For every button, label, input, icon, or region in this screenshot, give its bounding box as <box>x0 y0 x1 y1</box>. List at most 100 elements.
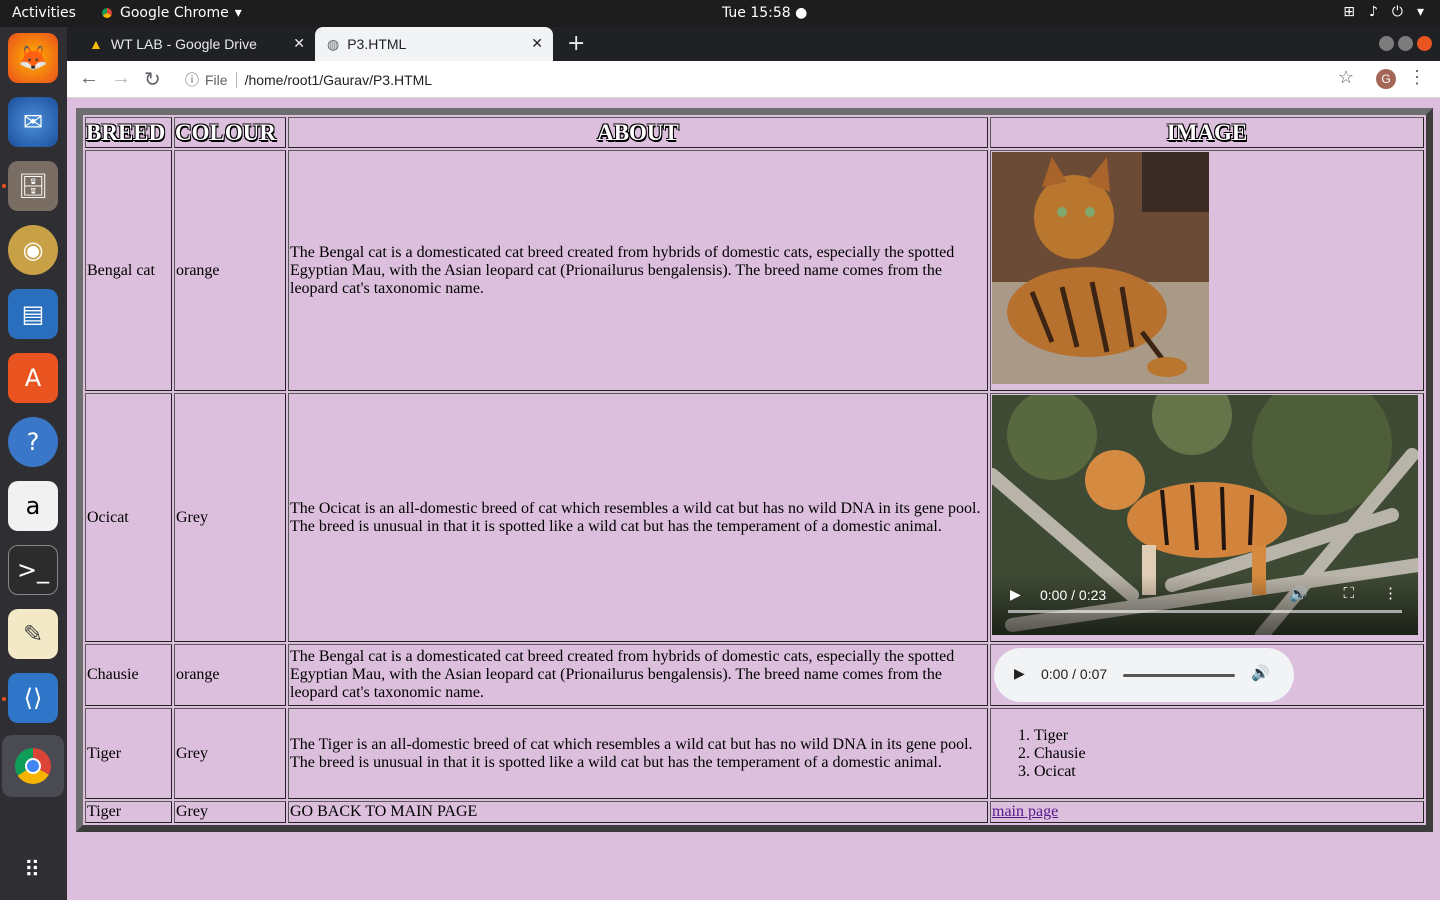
video-progress-bar[interactable] <box>1008 610 1402 614</box>
new-tab-button[interactable]: + <box>567 31 585 56</box>
play-icon[interactable]: ▶ <box>1010 586 1021 603</box>
more-options-icon[interactable]: ⋮ <box>1383 584 1398 602</box>
close-icon[interactable]: ✕ <box>531 35 543 52</box>
help-icon[interactable]: ? <box>8 417 58 467</box>
breed-cell: Tiger <box>85 800 172 823</box>
list-cell: Tiger Chausie Ocicat <box>990 708 1424 799</box>
audio-player[interactable]: ▶ 0:00 / 0:07 🔊 <box>994 648 1294 703</box>
address-bar[interactable]: ⓘ File /home/root1/Gaurav/P3.HTML <box>185 66 432 93</box>
image-cell <box>990 150 1424 392</box>
tab-strip: ▲ WT LAB - Google Drive ✕ ◍ P3.HTML ✕ + <box>67 27 1440 61</box>
main-page-link[interactable]: main page <box>992 803 1058 820</box>
fullscreen-icon[interactable]: ⛶ <box>1343 585 1354 602</box>
link-cell: main page <box>990 800 1424 823</box>
power-icon: ⏻ <box>1391 4 1403 20</box>
vscode-icon[interactable]: ⟨⟩ <box>8 673 58 723</box>
tab-wt-lab-drive[interactable]: ▲ WT LAB - Google Drive ✕ <box>77 27 315 61</box>
forward-arrow-icon[interactable]: → <box>111 67 131 90</box>
rhythmbox-icon[interactable]: ◉ <box>8 225 58 275</box>
reload-icon[interactable]: ↻ <box>144 67 161 92</box>
chrome-icon <box>100 6 114 20</box>
list-item: Chausie <box>1034 745 1422 763</box>
profile-avatar[interactable]: G <box>1376 69 1396 89</box>
play-icon[interactable]: ▶ <box>1014 665 1025 682</box>
about-cell: GO BACK TO MAIN PAGE <box>288 800 988 823</box>
system-tray[interactable]: ⊞ ♪ ⏻ ▾ <box>1343 4 1424 20</box>
header-breed: BREED <box>85 117 172 149</box>
page-viewport: BREED COLOUR ABOUT IMAGE Bengal cat oran… <box>67 98 1440 900</box>
audio-cell: ▶ 0:00 / 0:07 🔊 <box>990 644 1424 707</box>
chrome-dock-icon[interactable] <box>2 735 64 797</box>
breed-table-frame: BREED COLOUR ABOUT IMAGE Bengal cat oran… <box>76 108 1433 832</box>
bookmark-star-icon[interactable]: ☆ <box>1338 67 1354 88</box>
close-icon[interactable]: ✕ <box>293 35 305 52</box>
header-colour: COLOUR <box>174 117 286 149</box>
audio-time: 0:00 / 0:07 <box>1041 666 1108 683</box>
video-controls: ▶ 0:00 / 0:23 🔊 ⛶ ⋮ <box>992 575 1418 636</box>
colour-cell: Grey <box>174 393 286 643</box>
network-icon: ⊞ <box>1343 4 1355 20</box>
breed-cell: Tiger <box>85 708 172 799</box>
header-about: ABOUT <box>288 117 988 149</box>
scheme-label: File <box>205 71 237 88</box>
video-cell: ▶ 0:00 / 0:23 🔊 ⛶ ⋮ <box>990 393 1424 643</box>
text-editor-icon[interactable]: ✎ <box>8 609 58 659</box>
table-row: Chausie orange The Bengal cat is a domes… <box>85 644 1424 707</box>
about-cell: The Bengal cat is a domesticated cat bre… <box>288 644 988 707</box>
chevron-down-icon: ▾ <box>1416 4 1424 20</box>
about-cell: The Tiger is an all-domestic breed of ca… <box>288 708 988 799</box>
colour-cell: Grey <box>174 800 286 823</box>
breed-list: Tiger Chausie Ocicat <box>1034 727 1422 781</box>
colour-cell: orange <box>174 644 286 707</box>
volume-icon[interactable]: 🔊 <box>1289 585 1308 603</box>
clock[interactable]: Tue 15:58 ● <box>722 5 807 21</box>
bengal-cat-image <box>992 152 1209 385</box>
app-name: Google Chrome <box>120 5 229 21</box>
header-image: IMAGE <box>990 117 1424 149</box>
about-cell: The Bengal cat is a domesticated cat bre… <box>288 150 988 392</box>
terminal-icon[interactable]: >_ <box>8 545 58 595</box>
video-time: 0:00 / 0:23 <box>1040 587 1107 604</box>
chevron-down-icon: ▾ <box>234 5 242 21</box>
table-row: Ocicat Grey The Ocicat is an all-domesti… <box>85 393 1424 643</box>
app-menu[interactable]: Google Chrome ▾ <box>100 5 242 21</box>
table-row: Bengal cat orange The Bengal cat is a do… <box>85 150 1424 392</box>
writer-icon[interactable]: ▤ <box>8 289 58 339</box>
breed-cell: Ocicat <box>85 393 172 643</box>
info-icon[interactable]: ⓘ <box>185 70 199 90</box>
breed-table: BREED COLOUR ABOUT IMAGE Bengal cat oran… <box>83 115 1426 825</box>
tiger-video-player[interactable]: ▶ 0:00 / 0:23 🔊 ⛶ ⋮ <box>992 395 1418 636</box>
maximize-button[interactable] <box>1398 36 1413 51</box>
drive-icon: ▲ <box>89 36 103 52</box>
activities-button[interactable]: Activities <box>12 5 76 21</box>
menu-kebab-icon[interactable]: ⋮ <box>1408 67 1426 88</box>
url-text[interactable]: /home/root1/Gaurav/P3.HTML <box>245 72 433 88</box>
list-item: Tiger <box>1034 727 1422 745</box>
volume-icon: ♪ <box>1368 4 1378 20</box>
amazon-icon[interactable]: a <box>8 481 58 531</box>
breed-cell: Bengal cat <box>85 150 172 392</box>
minimize-button[interactable] <box>1379 36 1394 51</box>
list-item: Ocicat <box>1034 763 1422 781</box>
show-apps-icon[interactable]: ⠿ <box>8 845 58 895</box>
volume-icon[interactable]: 🔊 <box>1251 664 1270 682</box>
software-icon[interactable]: A <box>8 353 58 403</box>
close-window-button[interactable] <box>1417 36 1432 51</box>
colour-cell: Grey <box>174 708 286 799</box>
gnome-top-bar: Activities Google Chrome ▾ Tue 15:58 ● ⊞… <box>0 0 1440 27</box>
thunderbird-icon[interactable]: ✉ <box>8 97 58 147</box>
dock: 🦊 ✉ 🗄 ◉ ▤ A ? a >_ ✎ ⟨⟩ ⠿ <box>0 27 67 900</box>
colour-cell: orange <box>174 150 286 392</box>
table-row: Tiger Grey The Tiger is an all-domestic … <box>85 708 1424 799</box>
browser-toolbar: ← → ↻ ⓘ File /home/root1/Gaurav/P3.HTML … <box>67 61 1440 98</box>
table-row: Tiger Grey GO BACK TO MAIN PAGE main pag… <box>85 800 1424 823</box>
about-cell: The Ocicat is an all-domestic breed of c… <box>288 393 988 643</box>
breed-cell: Chausie <box>85 644 172 707</box>
back-arrow-icon[interactable]: ← <box>79 67 99 90</box>
tab-p3-html[interactable]: ◍ P3.HTML ✕ <box>315 27 553 61</box>
table-header-row: BREED COLOUR ABOUT IMAGE <box>85 117 1424 149</box>
audio-progress-bar[interactable] <box>1123 674 1235 678</box>
firefox-icon[interactable]: 🦊 <box>8 33 58 83</box>
files-icon[interactable]: 🗄 <box>8 161 58 211</box>
globe-icon: ◍ <box>327 35 340 52</box>
